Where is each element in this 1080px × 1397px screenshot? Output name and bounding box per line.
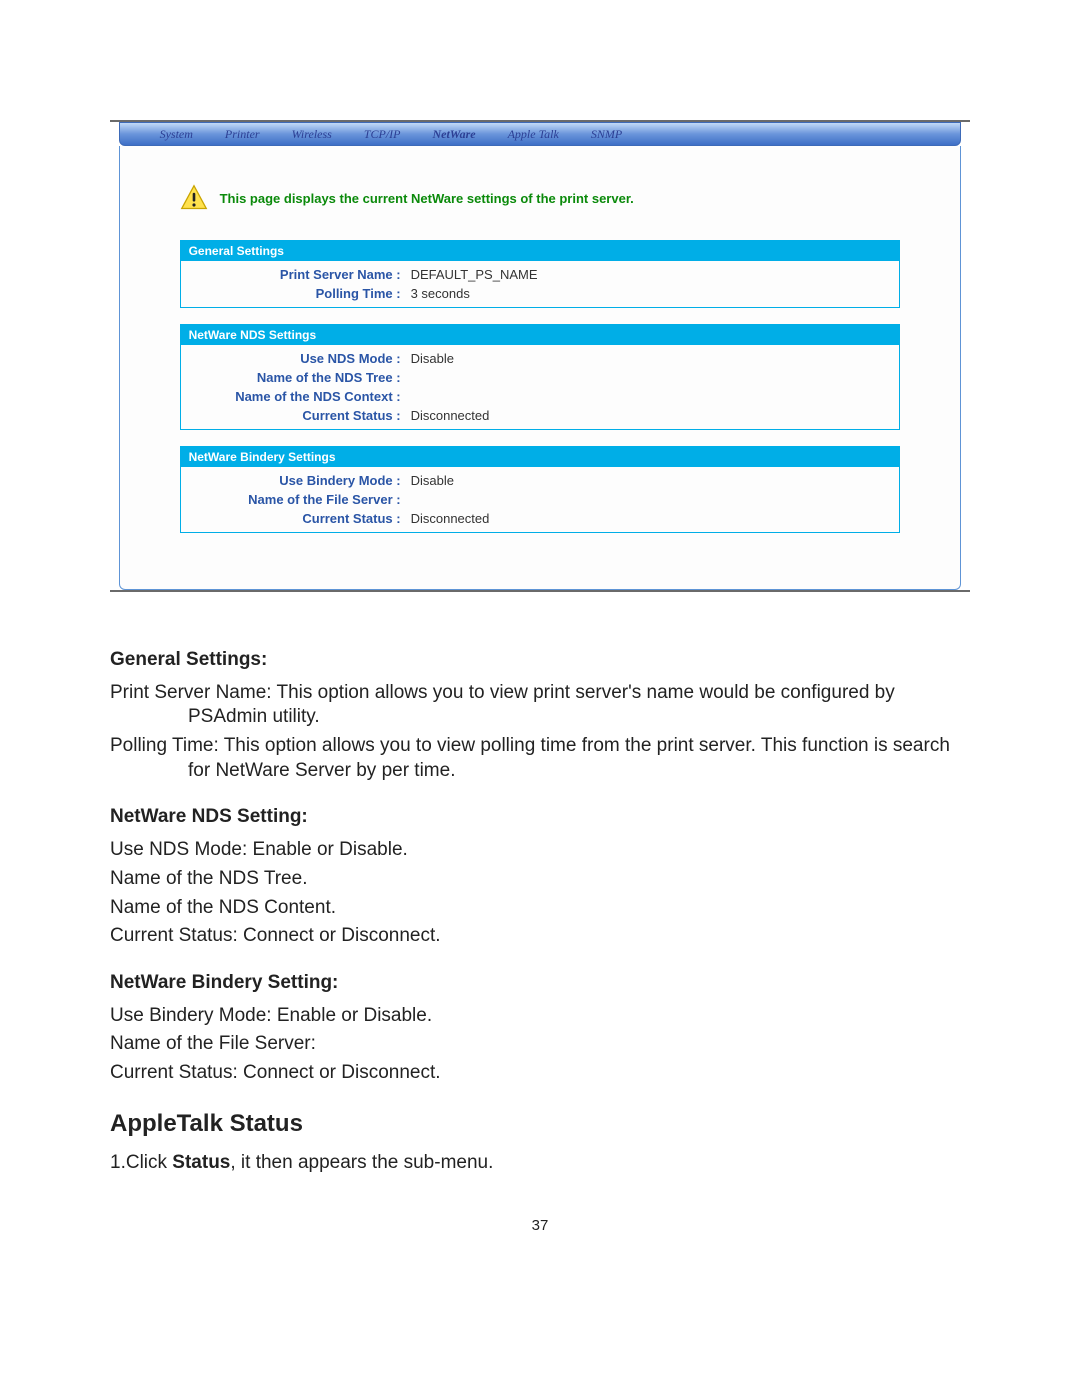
table-row: Name of the File Server : bbox=[181, 490, 900, 509]
tab-tcp-ip[interactable]: TCP/IP bbox=[364, 127, 401, 142]
step-click-status: 1.Click Status, it then appears the sub-… bbox=[110, 1151, 970, 1176]
group-netware-nds-settings: NetWare NDS SettingsUse NDS Mode :Disabl… bbox=[180, 324, 901, 430]
paragraph-polling-time: Polling Time: This option allows you to … bbox=[110, 734, 970, 783]
page-number: 37 bbox=[110, 1216, 970, 1236]
group-body: Use NDS Mode :DisableName of the NDS Tre… bbox=[181, 345, 900, 429]
table-row: Current Status :Disconnected bbox=[181, 406, 900, 425]
step-prefix: 1.Click bbox=[110, 1152, 172, 1173]
table-row: Polling Time :3 seconds bbox=[181, 284, 900, 303]
table-row: Name of the NDS Tree : bbox=[181, 368, 900, 387]
line-bindery-server: Name of the File Server: bbox=[110, 1032, 970, 1057]
line-nds-content: Name of the NDS Content. bbox=[110, 896, 970, 921]
netware-settings-screenshot: System Printer Wireless TCP/IP NetWare Apple … bbox=[119, 122, 962, 590]
table-row: Use NDS Mode :Disable bbox=[181, 349, 900, 368]
field-value: Disconnected bbox=[407, 511, 900, 526]
line-nds-status: Current Status: Connect or Disconnect. bbox=[110, 924, 970, 949]
group-header: NetWare Bindery Settings bbox=[181, 447, 900, 467]
field-label: Current Status : bbox=[181, 408, 407, 423]
tab-printer[interactable]: Printer bbox=[225, 127, 260, 142]
table-row: Name of the NDS Context : bbox=[181, 387, 900, 406]
tab-wireless[interactable]: Wireless bbox=[292, 127, 332, 142]
field-value: Disable bbox=[407, 351, 900, 366]
document-body: General Settings: Print Server Name: Thi… bbox=[110, 648, 970, 1235]
field-label: Print Server Name : bbox=[181, 267, 407, 282]
line-bindery-status: Current Status: Connect or Disconnect. bbox=[110, 1061, 970, 1086]
heading-general-settings: General Settings: bbox=[110, 648, 970, 673]
group-body: Use Bindery Mode :DisableName of the Fil… bbox=[181, 467, 900, 532]
heading-nds-setting: NetWare NDS Setting: bbox=[110, 805, 970, 830]
tab-bar: System Printer Wireless TCP/IP NetWare Apple … bbox=[119, 122, 962, 146]
field-value: 3 seconds bbox=[407, 286, 900, 301]
table-row: Use Bindery Mode :Disable bbox=[181, 471, 900, 490]
step-bold: Status bbox=[172, 1152, 230, 1173]
field-label: Use NDS Mode : bbox=[181, 351, 407, 366]
tab-netware[interactable]: NetWare bbox=[432, 127, 475, 142]
field-label: Name of the NDS Tree : bbox=[181, 370, 407, 385]
field-label: Polling Time : bbox=[181, 286, 407, 301]
field-value: Disable bbox=[407, 473, 900, 488]
group-body: Print Server Name :DEFAULT_PS_NAMEPollin… bbox=[181, 261, 900, 307]
heading-appletalk-status: AppleTalk Status bbox=[110, 1108, 970, 1139]
field-label: Current Status : bbox=[181, 511, 407, 526]
field-value bbox=[407, 389, 900, 404]
tab-apple-talk[interactable]: Apple Talk bbox=[508, 127, 559, 142]
warning-icon bbox=[180, 184, 208, 212]
line-bindery-mode: Use Bindery Mode: Enable or Disable. bbox=[110, 1004, 970, 1029]
intro-text: This page displays the current NetWare s… bbox=[220, 191, 634, 206]
heading-bindery-setting: NetWare Bindery Setting: bbox=[110, 971, 970, 996]
step-suffix: , it then appears the sub-menu. bbox=[230, 1152, 493, 1173]
group-header: General Settings bbox=[181, 241, 900, 261]
field-label: Use Bindery Mode : bbox=[181, 473, 407, 488]
line-nds-tree: Name of the NDS Tree. bbox=[110, 867, 970, 892]
tab-system[interactable]: System bbox=[160, 127, 193, 142]
field-label: Name of the NDS Context : bbox=[181, 389, 407, 404]
field-value bbox=[407, 492, 900, 507]
panel-body: This page displays the current NetWare s… bbox=[119, 146, 962, 590]
group-header: NetWare NDS Settings bbox=[181, 325, 900, 345]
field-value: Disconnected bbox=[407, 408, 900, 423]
field-value: DEFAULT_PS_NAME bbox=[407, 267, 900, 282]
intro-row: This page displays the current NetWare s… bbox=[180, 184, 901, 212]
field-label: Name of the File Server : bbox=[181, 492, 407, 507]
field-value bbox=[407, 370, 900, 385]
tab-snmp[interactable]: SNMP bbox=[591, 127, 622, 142]
table-row: Current Status :Disconnected bbox=[181, 509, 900, 528]
group-general-settings: General SettingsPrint Server Name :DEFAU… bbox=[180, 240, 901, 308]
table-row: Print Server Name :DEFAULT_PS_NAME bbox=[181, 265, 900, 284]
line-nds-mode: Use NDS Mode: Enable or Disable. bbox=[110, 838, 970, 863]
paragraph-print-server-name: Print Server Name: This option allows yo… bbox=[110, 681, 970, 730]
group-netware-bindery-settings: NetWare Bindery SettingsUse Bindery Mode… bbox=[180, 446, 901, 533]
